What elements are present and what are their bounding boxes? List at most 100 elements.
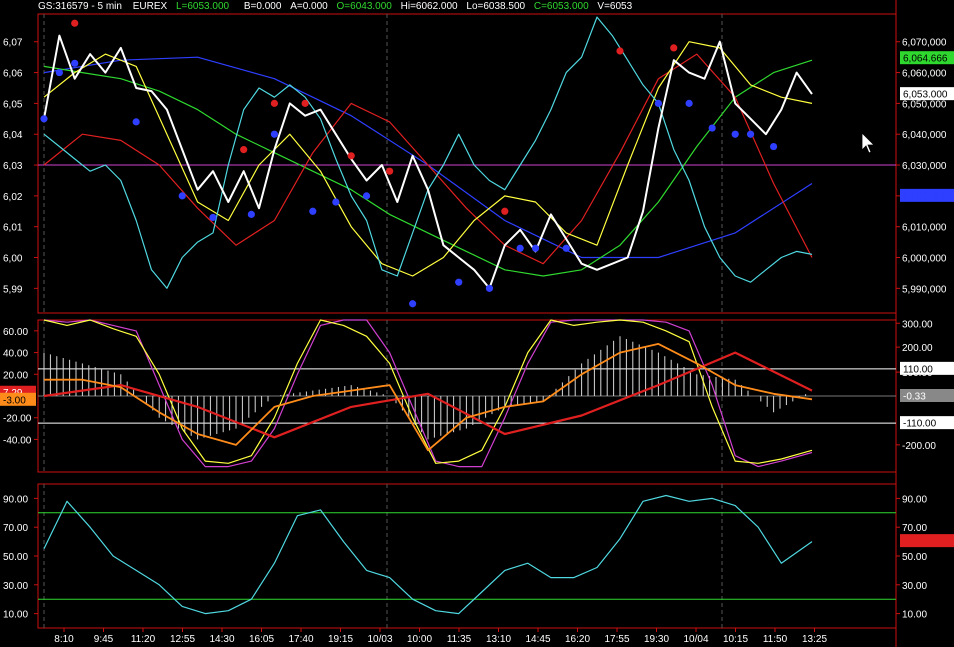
x-tick-label: 10/04 (683, 634, 708, 645)
volume-label: V=6053 (597, 1, 633, 12)
osc-right-tag: 110.00 (903, 364, 933, 375)
x-tick-label: 9:45 (94, 634, 114, 645)
y-tick-label-right: 70.00 (902, 523, 927, 534)
header-bar: GS:316579 - 5 min EUREX L=6053.000 B=0.0… (38, 1, 632, 14)
red-signal-dot (71, 19, 79, 27)
symbol-label: GS:316579 - 5 min (38, 1, 122, 12)
exchange-label: EUREX (132, 1, 168, 12)
x-tick-label: 16:20 (565, 634, 590, 645)
y-tick-label-left: 70.00 (3, 523, 28, 534)
x-tick-label: 10/03 (367, 634, 392, 645)
close-label: C=6053.000 (533, 1, 589, 12)
x-tick-label: 10:15 (723, 634, 748, 645)
red-signal-dot (501, 207, 509, 215)
blue-signal-dot (516, 244, 524, 252)
y-tick-label-right: 90.00 (902, 494, 927, 505)
red-signal-dot (301, 99, 309, 107)
open-label: O=6043.000 (336, 1, 392, 12)
y-tick-label-left: 60.00 (3, 327, 28, 338)
red-signal-dot (386, 167, 394, 175)
series-blue-line (43, 56, 813, 259)
y-tick-label-right: 5,990,000 (902, 284, 947, 295)
y-tick-label-left: 10.00 (3, 610, 28, 621)
high-label: Hi=6062.000 (400, 1, 458, 12)
blue-signal-dot (654, 99, 663, 107)
y-tick-label-right: 50.00 (902, 552, 927, 563)
y-tick-label-right: 6,010,000 (902, 223, 947, 234)
y-tick-label-right: 6,050,000 (902, 99, 947, 110)
y-tick-label-right: 6,040,000 (902, 130, 947, 141)
blue-signal-dot (71, 59, 79, 67)
y-tick-label-left: 40.00 (3, 349, 28, 360)
y-tick-label-left: 20.00 (3, 370, 28, 381)
series-yellow-line (43, 41, 813, 277)
x-tick-label: 17:55 (604, 634, 629, 645)
blue-signal-dot (55, 68, 63, 77)
blue-signal-dot (209, 213, 217, 222)
y-tick-label-right: 6,060,000 (902, 69, 947, 80)
y-tick-label-left: -40.00 (3, 435, 32, 446)
blue-signal-dot (562, 244, 570, 252)
x-tick-label: 13:10 (486, 634, 511, 645)
blue-signal-dot (685, 99, 693, 107)
y-tick-label-left: -20.00 (3, 414, 32, 425)
blue-signal-dot (132, 118, 140, 126)
red-signal-dot (270, 99, 278, 107)
x-tick-label: 10:00 (407, 634, 432, 645)
x-tick-label: 11:35 (447, 634, 472, 645)
blue-signal-dot (309, 207, 317, 215)
blue-signal-dot (332, 198, 340, 206)
low-label: Lo=6038.500 (466, 1, 526, 12)
y-tick-label-left: 6,07 (3, 38, 23, 49)
series-cyan-line (43, 16, 813, 289)
series-green-line (43, 59, 813, 277)
x-tick-label: 8:10 (54, 634, 74, 645)
red-signal-dot (616, 47, 624, 55)
blue-signal-dot (770, 142, 778, 151)
x-tick-label: 19:15 (328, 634, 353, 645)
price-value-tag: 6,053.000 (903, 90, 948, 101)
y-tick-label-left: 6,03 (3, 161, 23, 172)
y-tick-label-left: 5,99 (3, 284, 23, 295)
x-tick-label: 14:45 (525, 634, 550, 645)
x-tick-label: 12:55 (170, 634, 195, 645)
y-tick-label-right: 6,030,000 (902, 161, 947, 172)
y-tick-label-left: 6,04 (3, 130, 23, 141)
y-tick-label-right: 30.00 (902, 581, 927, 592)
y-tick-label-left: 6,00 (3, 254, 23, 265)
blue-signal-dot (708, 124, 716, 132)
red-signal-dot (347, 152, 355, 160)
price-value-tag: 6,064.666 (903, 54, 948, 65)
blue-signal-dot (485, 284, 494, 292)
ask-label: A=0.000 (290, 1, 328, 12)
price-value-tag: 6,020.000 (903, 191, 948, 202)
chart-canvas[interactable]: 8:10 9:45 11:20 12:55 14:30 16:05 17:40 19:15 10… (0, 0, 954, 647)
x-tick-label: 11:20 (131, 634, 156, 645)
last-label: L=6053.000 (175, 1, 230, 12)
y-tick-label-left: 6,05 (3, 99, 23, 110)
y-tick-label-right: 6,070,000 (902, 38, 947, 49)
y-tick-label-left: 6,02 (3, 192, 23, 203)
y-tick-label-right: 300.00 (902, 319, 933, 330)
x-tick-label: 13:25 (802, 634, 827, 645)
osc-left-tag: -3.00 (3, 395, 26, 406)
osc-right-tag: -0.33 (903, 392, 926, 403)
series-close-line (43, 34, 813, 290)
y-tick-label-right: 200.00 (902, 343, 933, 354)
x-tick-label: 14:30 (209, 634, 234, 645)
y-tick-label-left: 50.00 (3, 552, 28, 563)
y-tick-label-left: 30.00 (3, 581, 28, 592)
osc-right-tag: -110.00 (903, 419, 937, 430)
y-tick-label-right: 10.00 (902, 610, 927, 621)
blue-signal-dot (746, 130, 755, 138)
y-tick-label-left: 90.00 (3, 494, 28, 505)
rsi-value-tag: 60.33 (903, 537, 928, 548)
y-tick-label-right: 6,000,000 (902, 254, 947, 265)
blue-signal-dot (531, 244, 540, 252)
blue-signal-dot (247, 210, 255, 218)
blue-signal-dot (270, 130, 278, 138)
bid-label: B=0.000 (243, 1, 282, 12)
y-tick-label-left: 6,01 (3, 223, 23, 234)
x-tick-label: 19:30 (644, 634, 669, 645)
x-tick-label: 16:05 (249, 634, 274, 645)
